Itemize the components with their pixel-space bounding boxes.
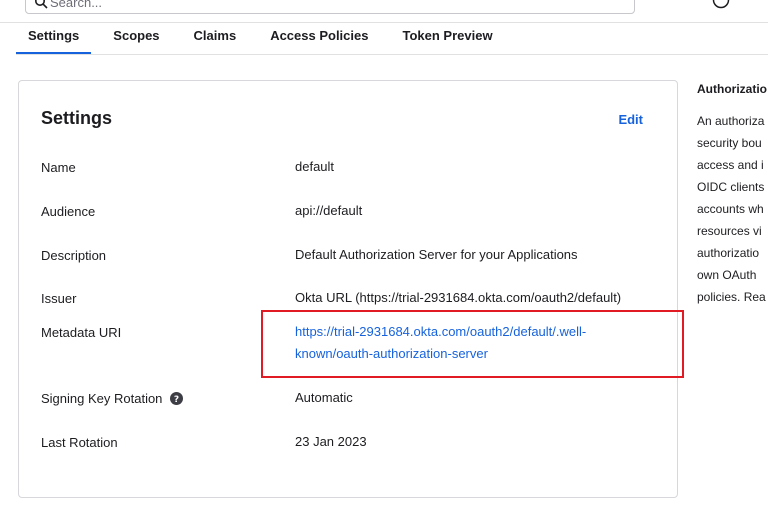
sidebar-line: access and i bbox=[697, 158, 764, 172]
search-icon bbox=[35, 0, 48, 9]
sidebar-line: resources vi bbox=[697, 224, 762, 238]
row-label: Issuer bbox=[41, 291, 77, 306]
row-value: 23 Jan 2023 bbox=[295, 434, 367, 449]
sidebar-line: accounts wh bbox=[697, 202, 764, 216]
sidebar-line: policies. Rea bbox=[697, 290, 766, 304]
row-label: Audience bbox=[41, 204, 96, 219]
sidebar-line: An authoriza bbox=[697, 114, 765, 128]
tab-bar: Settings Scopes Claims Access Policies T… bbox=[16, 23, 515, 55]
app-grid-icon[interactable] bbox=[744, 0, 760, 7]
tab-settings[interactable]: Settings bbox=[16, 23, 92, 54]
row-value: Automatic bbox=[295, 390, 353, 405]
tab-scopes[interactable]: Scopes bbox=[101, 23, 171, 54]
search-input[interactable]: Search... bbox=[25, 0, 635, 14]
sidebar-line: OIDC clients bbox=[697, 180, 765, 194]
row-label-text: Signing Key Rotation bbox=[41, 391, 163, 406]
row-label: Description bbox=[41, 248, 107, 263]
tab-token-preview[interactable]: Token Preview bbox=[390, 23, 504, 54]
search-placeholder: Search... bbox=[50, 0, 103, 10]
top-bar: Search... bbox=[0, 0, 768, 23]
row-label: Metadata URI bbox=[41, 325, 122, 340]
sidebar-line: security bou bbox=[697, 136, 762, 150]
sidebar-text: An authoriza security bou access and i O… bbox=[697, 110, 768, 308]
row-label: Signing Key Rotation ? bbox=[41, 391, 184, 406]
sidebar-line: authorizatio bbox=[697, 246, 760, 260]
settings-card: Settings Edit Name default Audience api:… bbox=[18, 80, 678, 498]
tab-access-policies[interactable]: Access Policies bbox=[258, 23, 380, 54]
highlight-box bbox=[261, 310, 684, 378]
row-value: Default Authorization Server for your Ap… bbox=[295, 247, 578, 262]
row-value: api://default bbox=[295, 203, 363, 218]
sidebar-title: Authorizatio bbox=[697, 82, 767, 96]
row-value: default bbox=[295, 159, 335, 174]
info-sidebar: Authorizatio An authoriza security bou a… bbox=[697, 82, 768, 308]
info-icon[interactable]: ? bbox=[170, 392, 184, 405]
card-title: Settings bbox=[41, 108, 113, 128]
row-label: Last Rotation bbox=[41, 435, 118, 450]
edit-link[interactable]: Edit bbox=[618, 112, 643, 127]
row-label: Name bbox=[41, 160, 76, 175]
help-icon[interactable] bbox=[712, 0, 730, 9]
tabs-divider bbox=[16, 54, 768, 55]
sidebar-line: own OAuth bbox=[697, 268, 757, 282]
tab-claims[interactable]: Claims bbox=[182, 23, 249, 54]
svg-text:?: ? bbox=[174, 395, 179, 405]
row-value: Okta URL (https://trial-2931684.okta.com… bbox=[295, 290, 622, 305]
